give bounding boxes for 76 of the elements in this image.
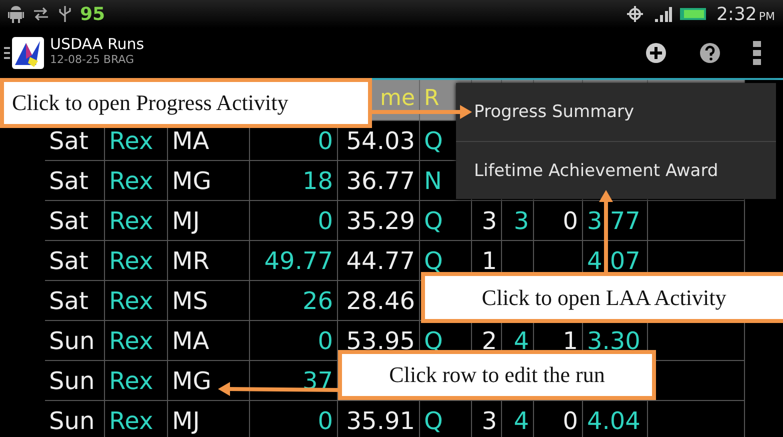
table-cell[interactable]: 36.77 bbox=[346, 168, 415, 192]
table-cell[interactable]: Sun bbox=[49, 368, 95, 392]
table-cell[interactable]: 4 bbox=[514, 328, 529, 352]
table-cell[interactable]: 44.77 bbox=[346, 248, 415, 272]
table-cell[interactable]: N bbox=[424, 168, 442, 192]
table-cell[interactable]: MG bbox=[172, 368, 212, 392]
more-icon bbox=[753, 41, 761, 65]
menu-icon[interactable] bbox=[4, 45, 10, 61]
callout-label: Click to open Progress Activity bbox=[0, 78, 372, 128]
table-cell[interactable]: 1 bbox=[562, 328, 578, 352]
android-icon bbox=[8, 5, 24, 23]
battery-level-text: 95 bbox=[80, 4, 106, 24]
table-cell[interactable]: 0 bbox=[562, 408, 578, 432]
table-cell[interactable]: Rex bbox=[109, 368, 154, 392]
table-cell[interactable]: 49.77 bbox=[264, 248, 333, 272]
table-cell[interactable]: 1 bbox=[482, 248, 497, 272]
table-cell[interactable]: Sat bbox=[49, 288, 88, 312]
table-cell[interactable]: Q bbox=[424, 408, 443, 432]
table-cell[interactable]: Sat bbox=[49, 168, 88, 192]
table-cell[interactable]: 0 bbox=[318, 408, 333, 432]
table-cell[interactable]: 0 bbox=[318, 128, 333, 152]
table-cell[interactable]: Rex bbox=[109, 288, 154, 312]
signal-icon bbox=[654, 6, 672, 22]
table-cell[interactable]: 4 bbox=[514, 408, 529, 432]
table-cell[interactable]: 0 bbox=[318, 328, 333, 352]
table-cell[interactable]: 0 bbox=[318, 208, 333, 232]
table-cell[interactable]: Rex bbox=[109, 248, 154, 272]
table-cell[interactable]: Sat bbox=[49, 128, 88, 152]
help-button[interactable] bbox=[699, 42, 721, 64]
table-cell[interactable]: MA bbox=[172, 328, 210, 352]
callout-label: Click row to edit the run bbox=[338, 350, 656, 400]
table-cell[interactable]: 18 bbox=[302, 168, 333, 192]
table-cell[interactable]: 3 bbox=[482, 208, 497, 232]
help-icon bbox=[699, 42, 721, 64]
clock: 2:32 PM bbox=[716, 4, 775, 24]
table-cell[interactable]: 28.46 bbox=[346, 288, 415, 312]
sync-icon bbox=[32, 7, 50, 21]
table-cell[interactable]: Sun bbox=[49, 328, 95, 352]
table-cell[interactable]: 3 bbox=[482, 408, 497, 432]
table-cell[interactable]: Sun bbox=[49, 408, 95, 432]
table-cell[interactable]: Q bbox=[424, 208, 443, 232]
table-cell[interactable]: 0 bbox=[562, 208, 578, 232]
table-cell[interactable]: Sat bbox=[49, 248, 88, 272]
table-cell[interactable]: Q bbox=[424, 328, 443, 352]
table-cell[interactable]: Rex bbox=[109, 168, 154, 192]
table-cell[interactable]: 26 bbox=[302, 288, 333, 312]
battery-icon bbox=[680, 7, 708, 21]
add-button[interactable] bbox=[645, 42, 667, 64]
table-cell[interactable]: Q bbox=[424, 128, 443, 152]
table-cell[interactable]: MJ bbox=[172, 408, 200, 432]
overflow-menu-button[interactable] bbox=[753, 41, 761, 65]
table-cell[interactable]: Rex bbox=[109, 128, 154, 152]
plus-icon bbox=[645, 42, 667, 64]
app-subtitle: 12-08-25 BRAG bbox=[50, 52, 136, 66]
table-cell[interactable]: 2 bbox=[482, 328, 497, 352]
table-cell[interactable]: 54.03 bbox=[346, 128, 415, 152]
table-cell[interactable]: 35.91 bbox=[346, 408, 415, 432]
table-cell[interactable]: 4.04 bbox=[587, 408, 640, 432]
table-cell[interactable]: Rex bbox=[109, 208, 154, 232]
table-cell[interactable]: MR bbox=[172, 248, 210, 272]
table-cell[interactable]: MJ bbox=[172, 208, 200, 232]
table-cell[interactable]: 35.29 bbox=[346, 208, 415, 232]
table-cell[interactable]: Rex bbox=[109, 328, 154, 352]
table-cell[interactable]: 3.30 bbox=[587, 328, 640, 352]
table-cell[interactable]: Q bbox=[424, 248, 443, 272]
table-cell[interactable]: Sat bbox=[49, 208, 88, 232]
app-title: USDAA Runs bbox=[50, 34, 144, 52]
table-cell[interactable]: 3 bbox=[514, 208, 529, 232]
app-logo-icon[interactable] bbox=[12, 37, 44, 69]
table-cell[interactable]: MS bbox=[172, 288, 208, 312]
table-cell[interactable]: 53.95 bbox=[346, 328, 415, 352]
usb-icon bbox=[58, 5, 72, 23]
table-cell[interactable]: Rex bbox=[109, 408, 154, 432]
callout-label: Click to open LAA Activity bbox=[421, 272, 783, 323]
table-cell[interactable]: MA bbox=[172, 128, 210, 152]
table-cell[interactable]: MG bbox=[172, 168, 212, 192]
